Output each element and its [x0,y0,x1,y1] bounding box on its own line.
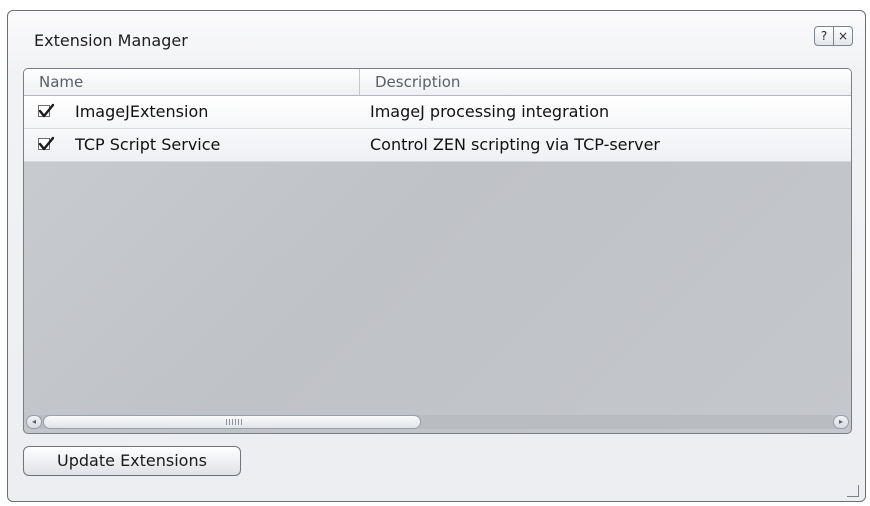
resize-grip-icon[interactable] [847,485,859,497]
column-header-row: Name Description [24,69,851,96]
rows-container: ImageJExtension ImageJ processing integr… [24,96,851,162]
extension-name: ImageJExtension [75,102,209,121]
enable-checkbox[interactable] [38,103,54,118]
title-button-group: ? × [814,26,853,46]
enable-checkbox[interactable] [38,136,54,151]
close-button[interactable]: × [833,27,852,45]
title-bar: Extension Manager ? × [8,11,865,63]
checkmark-icon [38,136,54,151]
scroll-thumb[interactable] [43,415,421,429]
extension-description: Control ZEN scripting via TCP-server [370,135,660,154]
help-button[interactable]: ? [815,27,833,45]
horizontal-scrollbar[interactable]: ◂ ▸ [26,415,849,429]
scroll-right-button[interactable]: ▸ [833,415,849,429]
column-header-description[interactable]: Description [359,69,851,95]
extension-description: ImageJ processing integration [370,102,610,121]
extension-manager-dialog: Extension Manager ? × Name Description I… [7,10,866,502]
checkmark-icon [38,103,54,118]
table-row[interactable]: TCP Script Service Control ZEN scripting… [24,129,851,162]
grip-icon [226,419,244,425]
scroll-left-button[interactable]: ◂ [26,415,42,429]
dialog-title: Extension Manager [34,31,188,50]
extension-name: TCP Script Service [75,135,221,154]
extensions-list[interactable]: Name Description ImageJExtension ImageJ … [23,68,852,434]
update-extensions-button[interactable]: Update Extensions [23,446,241,476]
column-header-name[interactable]: Name [24,69,359,95]
table-row[interactable]: ImageJExtension ImageJ processing integr… [24,96,851,129]
